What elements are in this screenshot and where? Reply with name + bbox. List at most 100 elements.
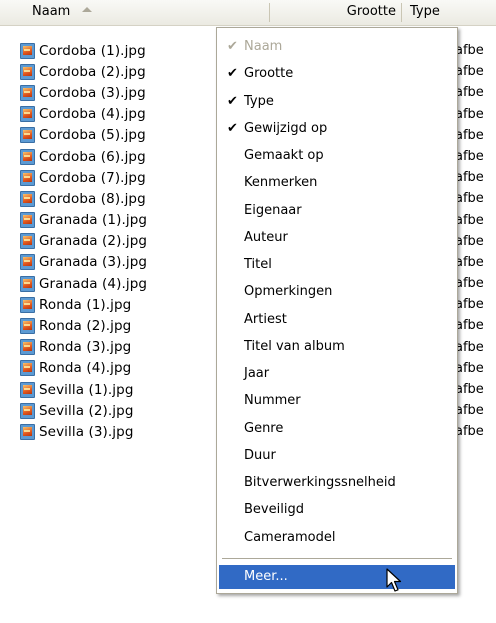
file-type-cell: afbe [455,212,484,228]
menu-item-type[interactable]: ✔ Type [217,88,457,115]
menu-item-genre[interactable]: Genre [217,415,457,442]
jpeg-image-icon [20,84,35,101]
checkmark-icon: ✔ [227,66,238,82]
jpeg-image-icon [20,42,35,59]
file-name: Granada (1).jpg [39,212,148,229]
menu-item-label: Type [244,93,274,109]
jpeg-image-icon [20,318,35,335]
file-list: Cordoba (1).jpg Cordoba (2).jpg Cordoba (3… [20,40,220,443]
file-name: Ronda (3).jpg [39,339,132,356]
jpeg-image-icon [20,254,35,271]
column-header-bar: Naam Grootte Type [0,0,496,26]
jpeg-image-icon [20,63,35,80]
menu-item-label: Jaar [244,366,270,381]
file-list-item[interactable]: Cordoba (7).jpg [20,167,220,188]
menu-item-jaar[interactable]: Jaar [217,360,457,387]
menu-item-titel-van-album[interactable]: Titel van album [217,333,457,360]
menu-item-label: Opmerkingen [244,284,333,300]
jpeg-image-icon [20,127,35,144]
jpeg-image-icon [20,275,35,292]
jpeg-image-icon [20,169,35,186]
file-list-item[interactable]: Granada (1).jpg [20,210,220,231]
file-name: Ronda (4).jpg [39,360,132,377]
jpeg-image-icon [20,339,35,356]
file-type-cell: afbe [455,254,484,270]
file-name: Cordoba (1).jpg [39,42,146,59]
menu-item-opmerkingen[interactable]: Opmerkingen [217,278,457,305]
menu-item-eigenaar[interactable]: Eigenaar [217,197,457,224]
file-type-cell: afbe [455,318,484,334]
file-type-cell: afbe [455,85,484,101]
checkmark-icon: ✔ [227,39,238,54]
file-name: Ronda (1).jpg [39,296,132,313]
jpeg-image-icon [20,106,35,123]
file-list-item[interactable]: Granada (2).jpg [20,231,220,252]
menu-item-label: Titel van album [244,338,345,354]
menu-item-grootte[interactable]: ✔ Grootte [217,60,457,87]
file-list-item[interactable]: Cordoba (4).jpg [20,104,220,125]
menu-item-label: Naam [244,39,283,54]
file-type-cell: afbe [455,276,484,292]
file-list-item[interactable]: Ronda (2).jpg [20,315,220,336]
file-list-item[interactable]: Cordoba (2).jpg [20,61,220,82]
jpeg-image-icon [20,381,35,398]
file-list-item[interactable]: Cordoba (5).jpg [20,125,220,146]
jpeg-image-icon [20,402,35,419]
menu-item-nummer[interactable]: Nummer [217,387,457,414]
menu-item-titel[interactable]: Titel [217,251,457,278]
file-type-cell: afbe [455,339,484,355]
sort-ascending-icon [82,7,93,12]
menu-item-label: Nummer [244,393,301,409]
file-list-item[interactable]: Cordoba (1).jpg [20,40,220,61]
file-list-item[interactable]: Granada (3).jpg [20,252,220,273]
file-list-item[interactable]: Sevilla (2).jpg [20,400,220,421]
menu-item-label: Cameramodel [244,529,336,545]
file-list-item[interactable]: Ronda (1).jpg [20,294,220,315]
column-header-size[interactable]: Grootte [318,0,402,25]
menu-item-label: Grootte [244,66,294,82]
menu-item-beveiligd[interactable]: Beveiligd [217,496,457,523]
file-name: Sevilla (3).jpg [39,423,134,440]
file-type-cell: afbe [455,127,484,143]
file-name: Cordoba (8).jpg [39,190,146,207]
column-header-type[interactable]: Type [402,0,496,25]
file-type-cell: afbe [455,233,484,249]
menu-item-gemaakt-op[interactable]: Gemaakt op [217,142,457,169]
file-list-item[interactable]: Ronda (4).jpg [20,358,220,379]
menu-separator [222,558,452,559]
menu-item-label: Titel [244,257,272,272]
file-type-cell: afbe [455,148,484,164]
file-name: Granada (4).jpg [39,275,148,292]
checkmark-icon: ✔ [227,120,238,136]
explorer-details-view: Naam Grootte Type Cordoba (1).jpg Cordoba… [0,0,496,623]
file-name: Granada (3).jpg [39,254,148,271]
file-list-item[interactable]: Sevilla (1).jpg [20,379,220,400]
file-list-item[interactable]: Cordoba (3).jpg [20,82,220,103]
menu-item-label: Gewijzigd op [244,120,328,136]
menu-item-label: Kenmerken [244,175,318,191]
jpeg-image-icon [20,212,35,229]
file-type-cell: afbe [455,424,484,440]
file-type-cell: afbe [455,191,484,207]
file-name: Granada (2).jpg [39,233,148,250]
menu-item-bitverwerkingssnelheid[interactable]: Bitverwerkingssnelheid [217,469,457,496]
menu-item-more[interactable]: Meer... [219,565,455,589]
menu-item-label: Genre [244,420,284,436]
menu-item-auteur[interactable]: Auteur [217,224,457,251]
menu-item-duur[interactable]: Duur [217,442,457,469]
menu-item-cameramodel[interactable]: Cameramodel [217,524,457,551]
menu-item-gewijzigd-op[interactable]: ✔ Gewijzigd op [217,115,457,142]
column-header-type-label: Type [410,4,440,19]
menu-item-label: Gemaakt op [244,148,324,163]
column-header-name[interactable]: Naam [24,0,270,25]
menu-item-artiest[interactable]: Artiest [217,306,457,333]
file-list-item[interactable]: Sevilla (3).jpg [20,421,220,442]
file-list-item[interactable]: Ronda (3).jpg [20,337,220,358]
file-list-item[interactable]: Cordoba (6).jpg [20,146,220,167]
type-column: afbe afbe afbe afbe afbe afbe afbe afbe afbe afbe… [455,40,496,443]
file-name: Cordoba (6).jpg [39,148,146,165]
file-list-item[interactable]: Granada (4).jpg [20,273,220,294]
file-name: Ronda (2).jpg [39,318,132,335]
file-list-item[interactable]: Cordoba (8).jpg [20,188,220,209]
menu-item-kenmerken[interactable]: Kenmerken [217,169,457,196]
